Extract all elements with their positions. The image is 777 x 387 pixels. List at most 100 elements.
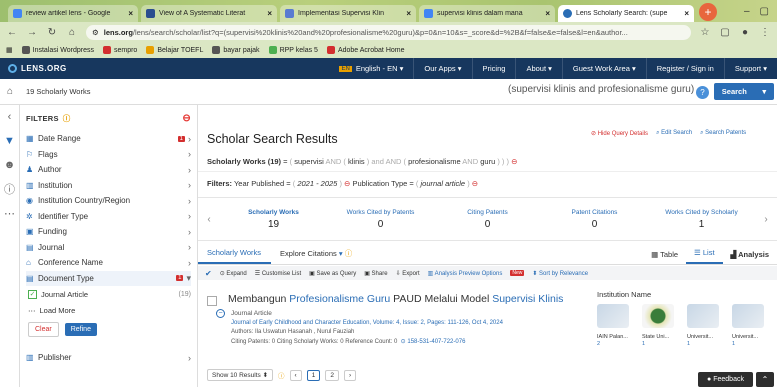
result-journal[interactable]: Journal of Early Childhood and Character… [231,320,503,326]
filter-icon[interactable]: ▼ [0,129,19,153]
browser-tab-active[interactable]: Lens Scholarly Search: (supe × [558,5,694,22]
query-help-icon[interactable]: ? [696,86,709,99]
search-button[interactable]: Search ▾ [714,83,774,100]
page-1-button[interactable]: 1 [306,369,321,381]
users-icon[interactable]: ☻ [0,153,19,177]
filter-journal[interactable]: ▤ Journal › [26,240,191,256]
institution-item[interactable]: State Uni... 1 [642,304,676,347]
browser-tab[interactable]: Implementasi Supervisi Klin × [280,5,416,22]
load-more-link[interactable]: ⋯ Load More [26,302,191,318]
menu-icon[interactable]: ⋮ [759,27,771,38]
checkbox-checked-icon[interactable]: ✓ [28,289,37,299]
bookmark-item[interactable]: sempro [102,46,137,54]
customise-list-button[interactable]: ☰ Customise List [255,270,301,277]
institution-item[interactable]: IAIN Palan... 2 [597,304,631,347]
info-icon[interactable]: ⓘ [278,370,285,380]
tab-scholarly-works[interactable]: Scholarly Works [198,248,272,264]
apps-grid-icon[interactable]: ▦ [6,46,13,54]
reload-icon[interactable]: ↻ [46,27,58,38]
export-button[interactable]: ⇩ Export [396,270,420,277]
nav-our-apps[interactable]: Our Apps ▾ [413,58,471,79]
filter-author[interactable]: ♟ Author › [26,162,191,178]
stat-works-cited-by-scholarly[interactable]: Works Cited by Scholarly 1 [648,209,755,230]
institution-item[interactable]: Universit... 1 [687,304,721,347]
clear-button[interactable]: Clear [28,321,59,337]
hide-query-details-link[interactable]: ⊘ Hide Query Details [591,130,648,137]
site-info-icon[interactable]: ⚙ [92,28,99,37]
bookmark-item[interactable]: Adobe Acrobat Home [326,46,405,54]
page-2-button[interactable]: 2 [325,369,339,381]
results-per-page-select[interactable]: Show 10 Results ⬍ [207,369,274,381]
institution-item[interactable]: Universit... 1 [732,304,766,347]
nav-pricing[interactable]: Pricing [471,58,516,79]
tab-analysis[interactable]: ▟ Analysis [723,250,777,264]
browser-tab[interactable]: review artikel lens - Google × [8,5,138,22]
analysis-preview-options-button[interactable]: ▥ Analysis Preview Options [428,270,503,277]
minimize-icon[interactable]: – [744,6,750,17]
filter-conference-name[interactable]: ⌂ Conference Name › [26,255,191,271]
info-icon[interactable]: ⓘ [63,113,71,124]
stat-works-cited-by-patents[interactable]: Works Cited by Patents 0 [327,209,434,230]
filter-publisher[interactable]: ▥ Publisher › [26,350,191,366]
close-tab-icon[interactable]: × [128,9,133,18]
close-tab-icon[interactable]: × [684,9,689,18]
close-tab-icon[interactable]: × [406,9,411,18]
new-tab-button[interactable]: + [699,3,717,21]
result-checkbox[interactable] [207,296,217,306]
tab-list[interactable]: ☰ List [686,248,723,264]
collapse-result-icon[interactable]: − [216,309,225,318]
share-button[interactable]: ▣ Share [364,270,387,277]
sort-dropdown[interactable]: ⬍ Sort by Relevance [532,270,588,277]
filter-document-type[interactable]: ▤ Document Type 1 ▾ [26,270,191,286]
filter-date-range[interactable]: ▦ Date Range 1 › [26,131,191,147]
filter-institution-country[interactable]: ◉ Institution Country/Region › [26,193,191,209]
nav-guest-work-area[interactable]: Guest Work Area ▾ [561,58,646,79]
remove-filter-icon[interactable]: ⊖ [344,179,350,188]
home-icon[interactable]: ⌂ [0,86,20,97]
stat-scholarly-works[interactable]: Scholarly Works 19 [220,209,327,230]
tab-explore-citations[interactable]: Explore Citations ▾ ⓘ [271,248,362,264]
lens-logo[interactable]: LENS.ORG [0,64,180,73]
filter-option-journal-article[interactable]: ✓ Journal Article (19) [26,286,191,302]
nav-register-sign-in[interactable]: Register / Sign in [645,58,724,79]
collapse-icon[interactable]: ‹ [0,105,19,129]
nav-about[interactable]: About ▾ [515,58,561,79]
chevron-right-icon[interactable]: › [755,214,777,225]
url-input[interactable]: ⚙ lens.org /lens/search/scholar/list?q=(… [86,24,691,40]
expand-button[interactable]: ⊙ Expand [220,270,247,277]
filter-identifier-type[interactable]: ✲ Identifier Type › [26,209,191,225]
lens-id-link[interactable]: ⊙ 158-531-407-722-076 [401,339,466,345]
next-page-button[interactable]: › [343,369,357,381]
close-tab-icon[interactable]: × [267,9,272,18]
nav-support[interactable]: Support ▾ [723,58,777,79]
stat-patent-citations[interactable]: Patent Citations 0 [541,209,648,230]
chevron-down-icon[interactable]: ▾ [762,87,766,96]
chevron-left-icon[interactable]: ‹ [198,214,220,225]
filter-flags[interactable]: ⚐ Flags › [26,147,191,163]
prev-page-button[interactable]: ‹ [289,369,302,381]
result-title-link[interactable]: Membangun Profesionalisme Guru PAUD Mela… [228,293,563,305]
save-as-query-button[interactable]: ▣ Save as Query [309,270,356,277]
collapse-filters-icon[interactable]: ⊖ [182,113,191,124]
refine-button[interactable]: Refine [64,322,97,336]
home-icon[interactable]: ⌂ [66,27,78,38]
bookmark-item[interactable]: Belajar TOEFL [146,46,203,54]
browser-tab[interactable]: supervisi klinis dalam mana × [419,5,555,22]
remove-filter-icon[interactable]: ⊖ [472,179,478,188]
info-icon[interactable]: ⓘ [0,177,19,201]
bookmark-item[interactable]: bayar pajak [212,46,260,54]
search-input[interactable]: (supervisi klinis and profesionalisme gu… [508,84,694,95]
extensions-icon[interactable]: ▢ [719,27,731,38]
filter-funding[interactable]: ▣ Funding › [26,224,191,240]
language-selector[interactable]: EN English - EN ▾ [329,58,413,79]
feedback-button[interactable]: ● Feedback [698,372,753,387]
more-icon[interactable]: ⋯ [0,201,19,225]
bookmark-item[interactable]: RPP kelas 5 [268,46,318,54]
scroll-top-button[interactable]: ⌃ [756,372,774,387]
maximize-icon[interactable]: ▢ [760,6,769,17]
remove-query-icon[interactable]: ⊖ [511,157,517,166]
bookmark-item[interactable]: Instalasi Wordpress [21,46,94,54]
stat-citing-patents[interactable]: Citing Patents 0 [434,209,541,230]
search-patents-link[interactable]: ⌕ Search Patents [700,130,746,137]
profile-icon[interactable]: ● [739,27,751,38]
